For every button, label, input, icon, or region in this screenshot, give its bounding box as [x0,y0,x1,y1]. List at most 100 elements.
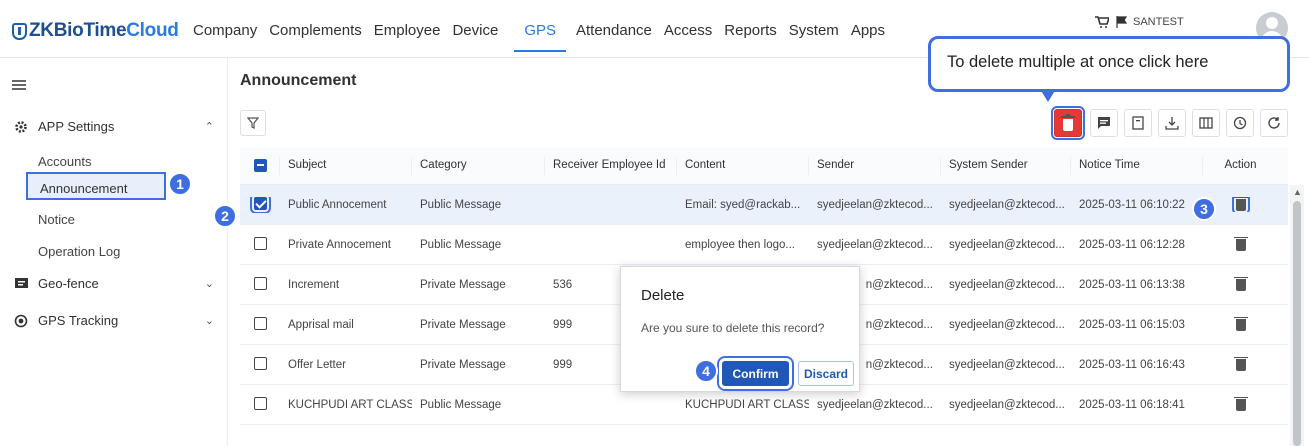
table-row[interactable]: Private Annocement Public Message employ… [240,225,1288,265]
delete-confirm-dialog: Delete Are you sure to delete this recor… [620,266,860,392]
user-name[interactable]: SANTEST [1133,16,1184,28]
scrollbar-thumb[interactable] [1293,201,1301,446]
confirm-button[interactable]: Confirm [717,356,794,391]
column-header-system-sender[interactable]: System Sender [941,156,1071,175]
sidebar-item-operation-log[interactable]: Operation Log [38,244,120,259]
nav-company[interactable]: Company [193,22,257,39]
history-button[interactable] [1226,109,1254,137]
dialog-title: Delete [641,287,685,304]
cell-subject: Apprisal mail [288,318,354,331]
row-delete-button[interactable] [1231,197,1250,212]
callout-pointer [1040,89,1056,102]
column-header-receiver[interactable]: Receiver Employee Id [545,156,677,175]
chevron-down-icon: ⌄ [204,278,214,290]
cell-action [1203,357,1278,372]
cell-notice-time: 2025-03-11 06:16:43 [1079,358,1185,371]
nav-attendance[interactable]: Attendance [576,22,652,39]
cell-action [1203,237,1278,252]
chevron-down-icon: ⌄ [204,315,214,327]
columns-button[interactable] [1192,109,1220,137]
sidebar: APP Settings ⌃ Accounts Notice Operation… [0,58,228,446]
step-badge-2: 2 [213,204,237,228]
flag-icon[interactable] [1115,16,1129,28]
cell-system-sender: syedjeelan@zktecod... [949,238,1065,251]
sidebar-group-gps-tracking[interactable]: GPS Tracking ⌄ [14,313,214,328]
trash-icon[interactable] [1233,397,1248,411]
row-checkbox[interactable] [254,316,267,330]
discard-button[interactable]: Discard [798,361,854,386]
nav-employee[interactable]: Employee [374,22,441,39]
row-select-cell [240,396,280,413]
trash-icon[interactable] [1233,237,1248,251]
trash-icon[interactable] [1233,357,1248,371]
sidebar-item-notice[interactable]: Notice [38,212,75,227]
trash-icon [1061,114,1075,131]
row-checkbox[interactable] [254,276,267,290]
cell-content: KUCHPUDI ART CLASS... [685,398,809,411]
nav-reports[interactable]: Reports [724,22,777,39]
sidebar-item-announcement[interactable]: Announcement [26,172,166,200]
sidebar-group-label: GPS Tracking [38,313,119,328]
cell-system-sender: syedjeelan@zktecod... [949,398,1065,411]
select-all-cell [240,156,280,175]
gear-icon [15,120,27,133]
nav-apps[interactable]: Apps [851,22,885,39]
download-icon [1165,117,1179,130]
dialog-message: Are you sure to delete this record? [641,321,825,335]
column-header-content[interactable]: Content [677,156,809,175]
column-header-sender[interactable]: Sender [809,156,941,175]
app-logo[interactable]: ZKBio Time Cloud [12,20,179,42]
row-checkbox[interactable] [254,236,267,250]
logo-text-cloud: Cloud [126,20,179,41]
nav-system[interactable]: System [789,22,839,39]
cell-sender: syedjeelan@zktecod... [817,198,933,211]
column-header-notice-time[interactable]: Notice Time [1071,156,1203,175]
nav-device[interactable]: Device [452,22,498,39]
history-icon [1233,116,1247,130]
column-header-category[interactable]: Category [412,156,545,175]
column-header-action: Action [1224,158,1257,171]
row-checkbox[interactable] [254,356,267,370]
filter-button[interactable] [240,110,266,136]
page-title: Announcement [240,72,357,89]
row-checkbox[interactable] [250,196,271,213]
bulk-delete-button[interactable] [1051,106,1085,140]
cell-action [1203,317,1278,332]
nav-complements[interactable]: Complements [269,22,362,39]
nav-gps[interactable]: GPS [514,22,566,52]
cell-category: Public Message [420,198,502,211]
cell-category: Private Message [420,278,506,291]
sidebar-group-app-settings[interactable]: APP Settings ⌃ [14,119,214,134]
cell-notice-time: 2025-03-11 06:13:38 [1079,278,1185,291]
column-header-subject[interactable]: Subject [280,156,412,175]
table-row[interactable]: Public Annocement Public Message Email: … [240,185,1288,225]
sidebar-item-accounts[interactable]: Accounts [38,154,91,169]
cell-subject: Private Annocement [288,238,391,251]
cell-subject: Public Annocement [288,198,387,211]
row-checkbox[interactable] [254,396,267,410]
collapse-icon[interactable] [12,80,26,92]
document-button[interactable] [1124,109,1152,137]
select-all-checkbox[interactable] [254,158,267,172]
cart-icon[interactable] [1095,16,1109,28]
message-button[interactable] [1090,109,1118,137]
sidebar-group-label: APP Settings [38,119,115,134]
cell-content: Email: syed@rackab... [685,198,801,211]
trash-icon[interactable] [1233,277,1248,291]
gps-target-icon [14,314,28,327]
sidebar-group-geo-fence[interactable]: Geo-fence ⌄ [14,276,214,291]
trash-icon[interactable] [1233,317,1248,331]
cell-action [1203,277,1278,292]
refresh-button[interactable] [1260,109,1288,137]
cell-subject: Increment [288,278,340,291]
cell-content: employee then logo... [685,238,795,251]
export-button[interactable] [1158,109,1186,137]
sidebar-group-label: Geo-fence [38,276,99,291]
chevron-up-icon: ⌃ [204,121,214,133]
nav-access[interactable]: Access [664,22,712,39]
cell-subject: KUCHPUDI ART CLASS... [288,398,412,411]
step-badge-1: 1 [168,172,192,196]
table-scrollbar[interactable]: ▲ [1290,185,1304,446]
refresh-icon [1268,117,1280,129]
scroll-up-icon[interactable]: ▲ [1293,187,1302,197]
